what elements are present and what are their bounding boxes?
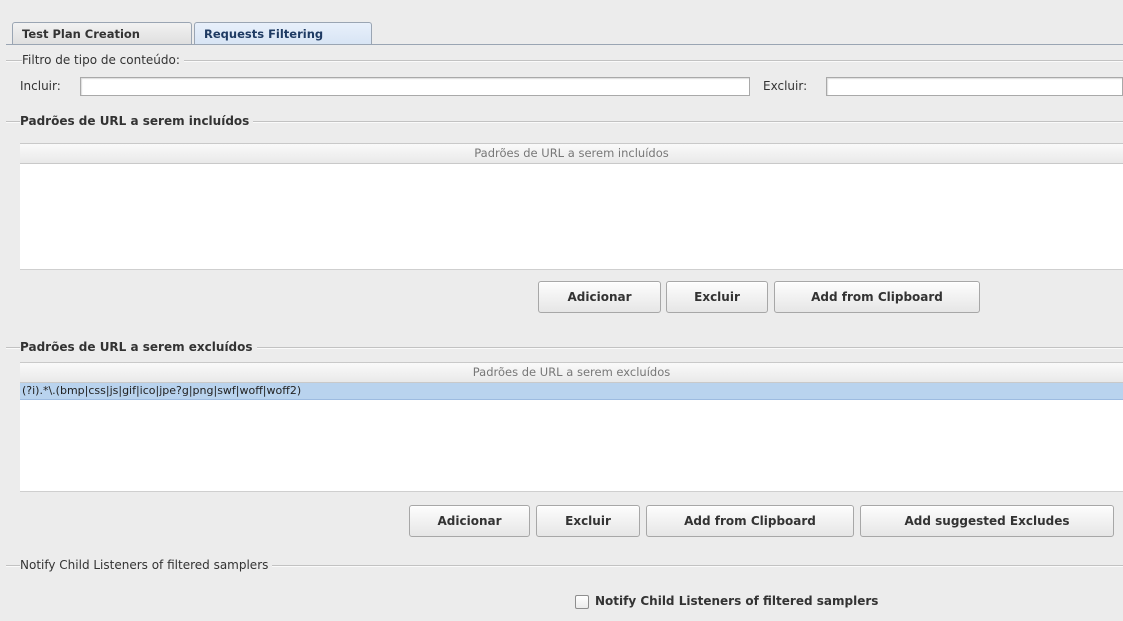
include-patterns-table[interactable]: Padrões de URL a serem incluídos: [20, 143, 1123, 270]
include-patterns-title: Padrões de URL a serem incluídos: [20, 114, 254, 128]
exclude-label: Excluir:: [763, 79, 808, 93]
exclude-patterns-table[interactable]: Padrões de URL a serem excluídos (?i).*\…: [20, 362, 1123, 492]
exclude-patterns-column-header[interactable]: Padrões de URL a serem excluídos: [20, 363, 1123, 383]
add-suggested-excludes-button[interactable]: Add suggested Excludes: [860, 505, 1114, 537]
include-content-type-input[interactable]: [80, 77, 750, 96]
exclude-patterns-table-body[interactable]: (?i).*\.(bmp|css|js|gif|ico|jpe?g|png|sw…: [20, 383, 1123, 491]
notify-checkbox-label[interactable]: Notify Child Listeners of filtered sampl…: [595, 594, 878, 608]
include-patterns-table-body[interactable]: [20, 164, 1123, 269]
exclude-add-button[interactable]: Adicionar: [409, 505, 530, 537]
exclude-delete-button[interactable]: Excluir: [536, 505, 640, 537]
tab-test-plan-creation[interactable]: Test Plan Creation: [12, 22, 192, 45]
notify-title: Notify Child Listeners of filtered sampl…: [20, 558, 273, 572]
tab-baseline: [6, 44, 1123, 45]
table-row[interactable]: (?i).*\.(bmp|css|js|gif|ico|jpe?g|png|sw…: [20, 383, 1123, 400]
exclude-patterns-title: Padrões de URL a serem excluídos: [20, 340, 257, 354]
exclude-content-type-input[interactable]: [826, 77, 1123, 96]
include-add-button[interactable]: Adicionar: [538, 281, 661, 313]
include-add-from-clipboard-button[interactable]: Add from Clipboard: [774, 281, 980, 313]
include-delete-button[interactable]: Excluir: [666, 281, 768, 313]
tab-requests-filtering[interactable]: Requests Filtering: [194, 22, 372, 45]
include-label: Incluir:: [20, 79, 61, 93]
exclude-add-from-clipboard-button[interactable]: Add from Clipboard: [646, 505, 854, 537]
tab-strip: Test Plan Creation Requests Filtering: [0, 0, 1123, 46]
content-filter-title: Filtro de tipo de conteúdo:: [22, 53, 184, 67]
notify-checkbox[interactable]: [575, 595, 589, 609]
include-patterns-column-header[interactable]: Padrões de URL a serem incluídos: [20, 144, 1123, 164]
